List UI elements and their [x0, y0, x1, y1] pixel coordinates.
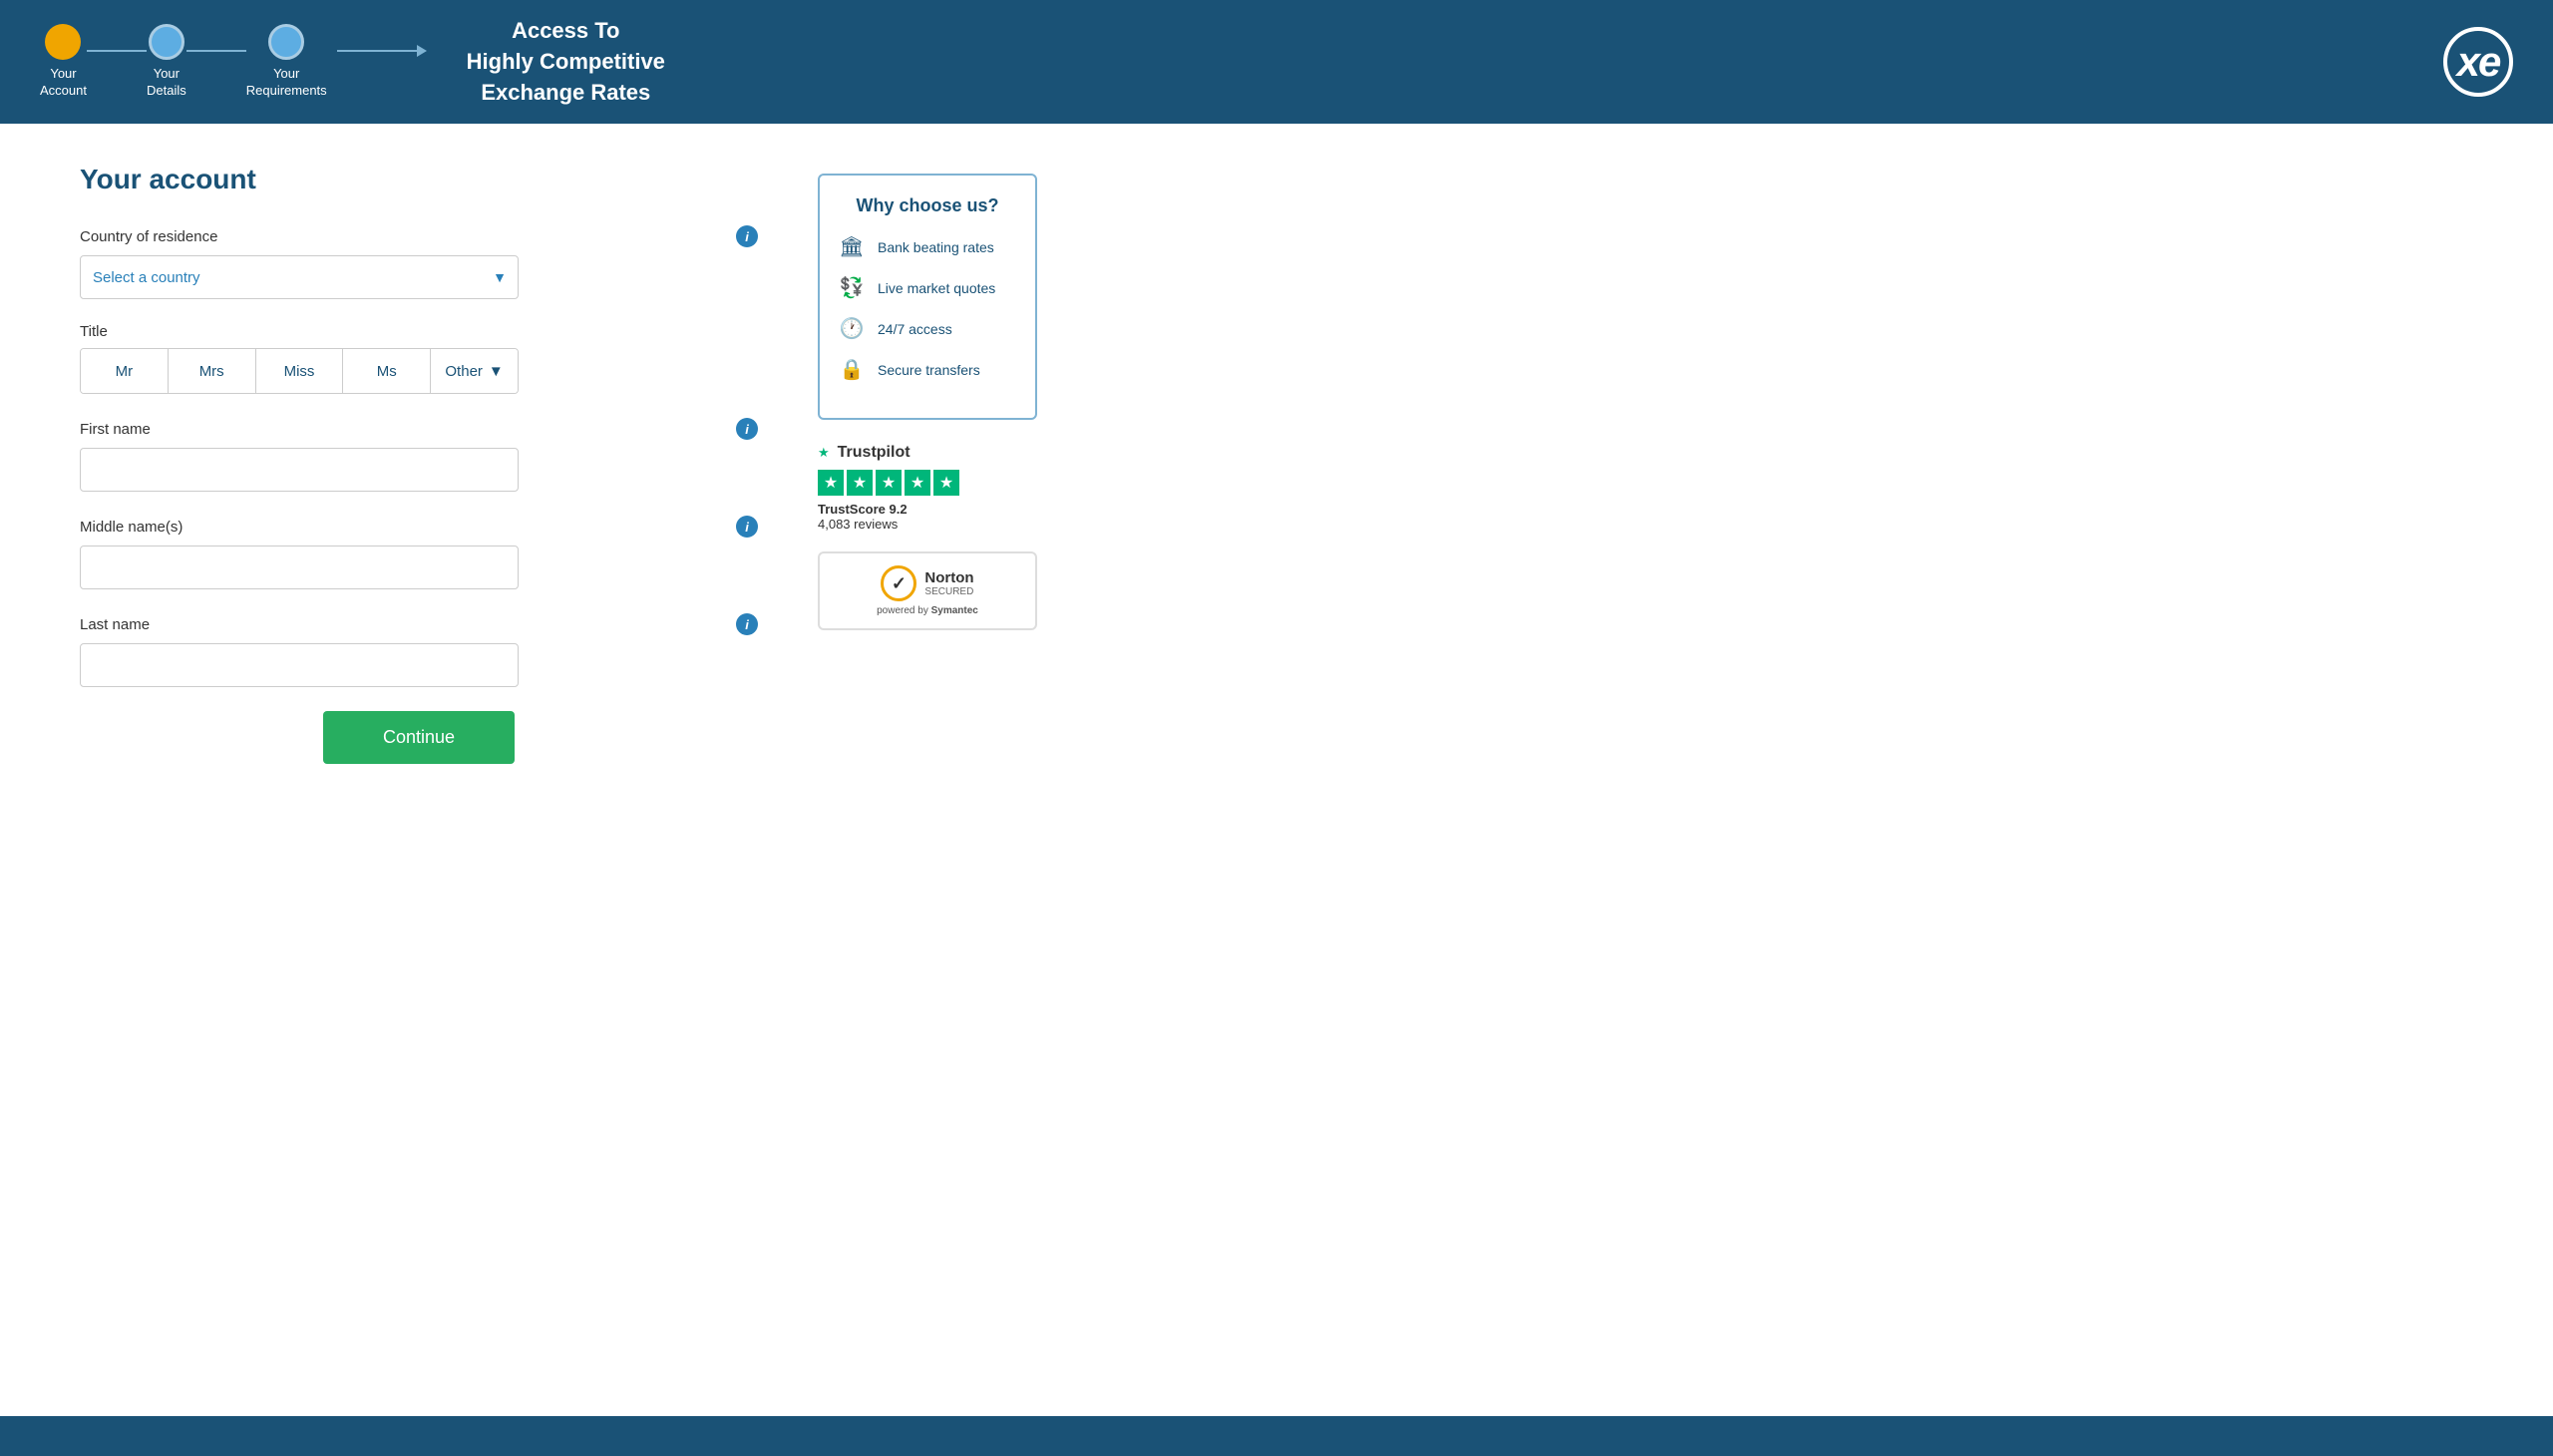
- sidebar: Why choose us? 🏛 Bank beating rates 💱 Li…: [818, 164, 1037, 1376]
- trustpilot-stars: ★ ★ ★ ★ ★: [818, 470, 1037, 496]
- symantec-name: Symantec: [931, 605, 978, 616]
- arrow-line: [337, 45, 427, 57]
- country-select-wrapper: Select a country United Kingdom United S…: [80, 255, 519, 299]
- title-miss-button[interactable]: Miss: [256, 349, 344, 393]
- title-label-row: Title: [80, 323, 758, 340]
- page-title: Your account: [80, 164, 758, 195]
- step-label-2: YourDetails: [147, 66, 186, 100]
- norton-brand-name: Norton: [924, 569, 973, 586]
- title-other-label: Other: [445, 363, 483, 380]
- title-buttons: Mr Mrs Miss Ms Other ▼: [80, 348, 519, 394]
- title-ms-button[interactable]: Ms: [343, 349, 431, 393]
- country-label-row: Country of residence i: [80, 225, 758, 247]
- middle-name-info-icon[interactable]: i: [736, 516, 758, 538]
- title-label: Title: [80, 323, 108, 340]
- arrow-head: [417, 45, 427, 57]
- form-section: Your account Country of residence i Sele…: [80, 164, 758, 1376]
- tp-star-4: ★: [905, 470, 930, 496]
- trustpilot-logo: Trustpilot: [838, 444, 911, 462]
- footer: [0, 1416, 2553, 1456]
- norton-symantec-text: powered by Symantec: [877, 605, 978, 616]
- trustpilot-header: ★ Trustpilot: [818, 444, 1037, 462]
- norton-check-icon: ✓: [881, 565, 916, 601]
- tp-star-3: ★: [876, 470, 902, 496]
- why-item-secure-transfers: 🔒 Secure transfers: [838, 357, 1017, 382]
- last-name-info-icon[interactable]: i: [736, 613, 758, 635]
- first-name-label-row: First name i: [80, 418, 758, 440]
- middle-name-label: Middle name(s): [80, 519, 182, 536]
- why-label-bank-rates: Bank beating rates: [878, 239, 994, 255]
- why-label-24-7: 24/7 access: [878, 321, 952, 337]
- step-line-2: [186, 50, 246, 52]
- header-tagline: Access ToHighly CompetitiveExchange Rate…: [467, 16, 665, 108]
- title-mr-button[interactable]: Mr: [81, 349, 169, 393]
- norton-badge: ✓ Norton SECURED powered by Symantec: [818, 551, 1037, 630]
- main-content: Your account Country of residence i Sele…: [0, 124, 2553, 1416]
- title-other-arrow: ▼: [489, 363, 504, 380]
- step-your-details: YourDetails: [147, 24, 186, 100]
- why-item-bank-rates: 🏛 Bank beating rates: [838, 234, 1017, 259]
- market-icon: 💱: [838, 275, 866, 300]
- why-choose-box: Why choose us? 🏛 Bank beating rates 💱 Li…: [818, 174, 1037, 420]
- trustscore-value: TrustScore 9.2: [818, 502, 908, 517]
- step-label-3: YourRequirements: [246, 66, 327, 100]
- step-label-1: YourAccount: [40, 66, 87, 100]
- arrow-bar: [337, 50, 417, 52]
- middle-name-field-group: Middle name(s) i: [80, 516, 758, 589]
- middle-name-label-row: Middle name(s) i: [80, 516, 758, 538]
- last-name-label: Last name: [80, 616, 150, 633]
- step-circle-1: [45, 24, 81, 60]
- trustscore-text: TrustScore 9.2 4,083 reviews: [818, 502, 1037, 532]
- why-label-secure: Secure transfers: [878, 362, 980, 378]
- first-name-input[interactable]: [80, 448, 519, 492]
- country-field-group: Country of residence i Select a country …: [80, 225, 758, 299]
- title-field-group: Title Mr Mrs Miss Ms Other ▼: [80, 323, 758, 394]
- country-label: Country of residence: [80, 228, 217, 245]
- norton-inner: ✓ Norton SECURED: [881, 565, 973, 601]
- trustscore-reviews: 4,083 reviews: [818, 517, 898, 532]
- header: YourAccount YourDetails YourRequirements…: [0, 0, 2553, 124]
- first-name-label: First name: [80, 421, 151, 438]
- first-name-field-group: First name i: [80, 418, 758, 492]
- clock-icon: 🕐: [838, 316, 866, 341]
- last-name-input[interactable]: [80, 643, 519, 687]
- step-circle-3: [268, 24, 304, 60]
- tp-star-5: ★: [933, 470, 959, 496]
- progress-steps: YourAccount YourDetails YourRequirements…: [40, 16, 665, 108]
- trustpilot-star: ★: [818, 445, 830, 461]
- why-item-24-7-access: 🕐 24/7 access: [838, 316, 1017, 341]
- trustpilot-section: ★ Trustpilot ★ ★ ★ ★ ★ TrustScore 9.2 4,…: [818, 444, 1037, 532]
- middle-name-input[interactable]: [80, 546, 519, 589]
- lock-icon: 🔒: [838, 357, 866, 382]
- title-other-button[interactable]: Other ▼: [431, 349, 518, 393]
- norton-secured-label: SECURED: [924, 586, 973, 597]
- xe-logo: xe: [2443, 27, 2513, 97]
- step-line-1: [87, 50, 147, 52]
- title-mrs-button[interactable]: Mrs: [169, 349, 256, 393]
- why-item-market-quotes: 💱 Live market quotes: [838, 275, 1017, 300]
- tp-star-1: ★: [818, 470, 844, 496]
- why-title: Why choose us?: [838, 195, 1017, 216]
- last-name-label-row: Last name i: [80, 613, 758, 635]
- step-your-requirements: YourRequirements: [246, 24, 327, 100]
- step-circle-2: [149, 24, 184, 60]
- continue-button[interactable]: Continue: [323, 711, 515, 764]
- tp-star-2: ★: [847, 470, 873, 496]
- bank-icon: 🏛: [838, 234, 866, 259]
- country-select[interactable]: Select a country United Kingdom United S…: [80, 255, 519, 299]
- country-info-icon[interactable]: i: [736, 225, 758, 247]
- norton-text: Norton SECURED: [924, 569, 973, 597]
- why-label-market-quotes: Live market quotes: [878, 280, 995, 296]
- last-name-field-group: Last name i: [80, 613, 758, 687]
- step-your-account: YourAccount: [40, 24, 87, 100]
- first-name-info-icon[interactable]: i: [736, 418, 758, 440]
